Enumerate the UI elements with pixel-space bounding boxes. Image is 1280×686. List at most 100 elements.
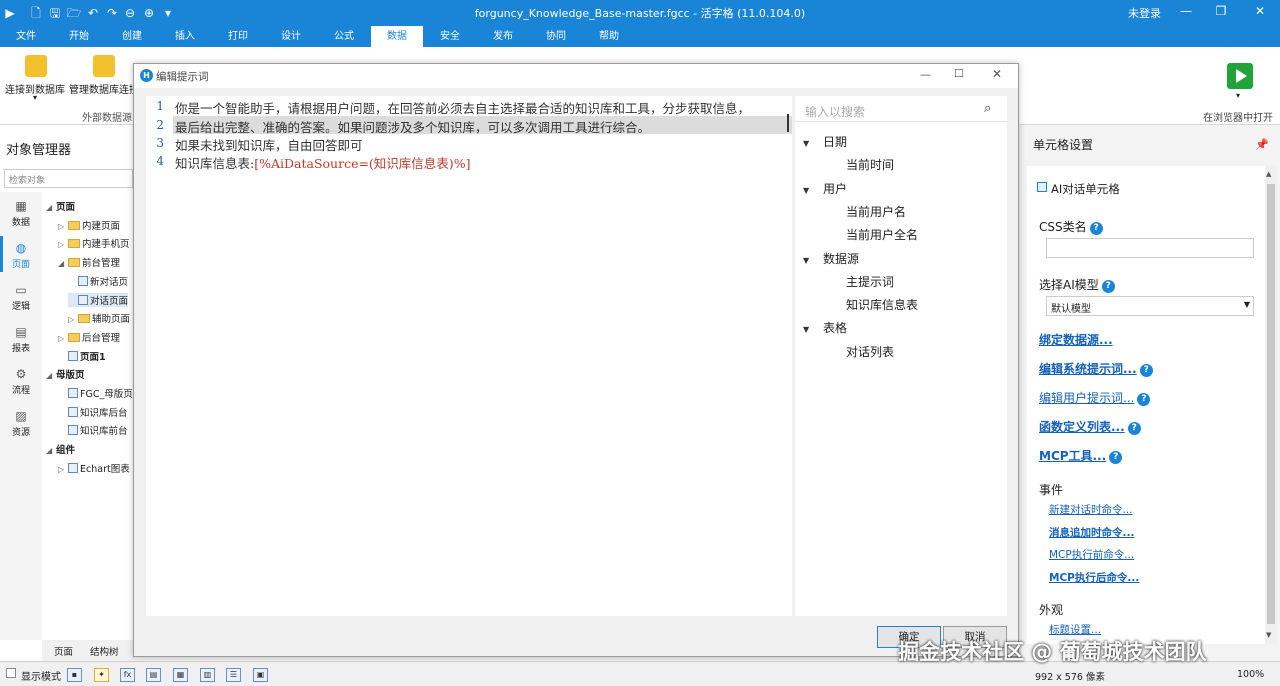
expand-arrow-icon[interactable]: ◢ — [58, 259, 68, 268]
close-icon[interactable]: ✕ — [992, 67, 1002, 81]
zoom-level[interactable]: 100% — [1237, 669, 1264, 680]
tree-item[interactable]: ▷ 后台管理 — [58, 330, 120, 344]
side-nav-item[interactable]: ▨ 资源 — [0, 409, 42, 438]
tree-item[interactable]: ▷ 内建页面 — [58, 218, 120, 232]
minimize-icon[interactable]: — — [920, 68, 931, 81]
side-nav-item[interactable]: ▭ 逻辑 — [0, 283, 42, 312]
chevron-down-icon[interactable]: ▾ — [33, 93, 37, 102]
event-new-chat-link[interactable]: 新建对话时命令... — [1049, 502, 1133, 517]
tree-item[interactable]: 知识库前台 — [58, 423, 128, 437]
side-nav-item[interactable]: ⚙ 流程 — [0, 367, 42, 396]
tree-item[interactable]: ◢ 母版页 — [46, 367, 85, 381]
help-icon[interactable]: ? — [1101, 280, 1115, 293]
variable-group[interactable]: ▼ 表格 — [803, 319, 847, 336]
code-line[interactable]: 如果未找到知识库，自由回答即可 — [175, 135, 363, 154]
edit-system-prompt-text[interactable]: 编辑系统提示词... — [1039, 362, 1137, 376]
tree-item[interactable]: ▷ Echart图表 — [58, 461, 130, 475]
menu-tab[interactable]: 发布 — [477, 26, 529, 47]
collapse-arrow-icon[interactable]: ▼ — [803, 325, 823, 334]
side-nav-item[interactable]: ◍ 页面 — [0, 241, 42, 270]
event-mcp-before-link[interactable]: MCP执行前命令... — [1049, 547, 1134, 562]
object-search-input[interactable]: 检索对象 — [4, 169, 133, 188]
tree-item[interactable]: ▷ 内建手机页 — [58, 236, 130, 250]
title-settings-link[interactable]: 标题设置... — [1049, 622, 1101, 637]
variable-search-input[interactable]: 输入以搜索 — [795, 96, 1007, 122]
code-variable[interactable]: [%AiDataSource=(知识库信息表)%] — [254, 156, 470, 171]
scroll-thumb[interactable] — [1267, 184, 1275, 624]
variable-item[interactable]: 对话列表 — [846, 343, 894, 360]
tab-pages[interactable]: 页面 — [54, 644, 73, 658]
variable-item[interactable]: 当前时间 — [846, 156, 894, 173]
help-icon[interactable]: ? — [1127, 422, 1141, 435]
menu-tab[interactable]: 开始 — [53, 26, 105, 47]
menu-tab[interactable]: 帮助 — [583, 26, 635, 47]
restore-icon[interactable]: ❐ — [1211, 4, 1231, 18]
prompt-editor[interactable]: 1 你是一个智能助手，请根据用户问题，在回答前必须去自主选择最合适的知识库和工具… — [146, 96, 792, 616]
scroll-down-icon[interactable]: ▼ — [1266, 631, 1271, 639]
menu-tab[interactable]: 创建 — [106, 26, 158, 47]
expand-arrow-icon[interactable]: ▷ — [68, 315, 78, 324]
login-status[interactable]: 未登录 — [1128, 5, 1161, 21]
console-icon[interactable]: ▪ — [67, 668, 82, 682]
list-icon[interactable]: ☰ — [226, 668, 241, 682]
tree-item[interactable]: ◢ 组件 — [46, 442, 75, 456]
expand-arrow-icon[interactable]: ▷ — [58, 465, 68, 474]
mcp-tools-text[interactable]: MCP工具... — [1039, 449, 1106, 463]
scroll-up-icon[interactable]: ▲ — [1266, 170, 1271, 178]
minimize-icon[interactable]: — — [1176, 4, 1196, 18]
menu-tab[interactable]: 公式 — [318, 26, 370, 47]
edit-user-prompt-text[interactable]: 编辑用户提示词... — [1039, 391, 1134, 405]
tab-structure-tree[interactable]: 结构树 — [90, 644, 119, 658]
help-icon[interactable]: ? — [1089, 222, 1103, 235]
expand-arrow-icon[interactable]: ◢ — [46, 371, 56, 380]
display-mode-label[interactable]: 显示模式 — [21, 668, 61, 683]
menu-tab[interactable]: 插入 — [159, 26, 211, 47]
collapse-arrow-icon[interactable]: ▼ — [803, 139, 823, 148]
side-nav-item[interactable]: ▤ 报表 — [0, 325, 42, 354]
layout-icon[interactable]: ▥ — [200, 668, 215, 682]
code-text[interactable]: 知识库信息表: — [175, 156, 254, 171]
menu-tab[interactable]: 安全 — [424, 26, 476, 47]
expand-arrow-icon[interactable]: ◢ — [46, 203, 56, 212]
event-message-append-link[interactable]: 消息追加时命令... — [1049, 525, 1134, 540]
variable-item[interactable]: 当前用户名 — [846, 203, 906, 220]
css-class-input[interactable] — [1046, 238, 1254, 258]
event-mcp-after-link[interactable]: MCP执行后命令... — [1049, 570, 1139, 585]
side-nav-item[interactable]: ▦ 数据 — [0, 199, 42, 228]
variable-item[interactable]: 主提示词 — [846, 273, 894, 290]
pin-icon[interactable]: 📌 — [1255, 138, 1269, 151]
tree-item[interactable]: 页面1 — [58, 349, 106, 363]
help-icon[interactable]: ? — [1109, 451, 1123, 464]
expand-arrow-icon[interactable]: ▷ — [58, 222, 68, 231]
panel-icon[interactable]: ▣ — [253, 668, 268, 682]
help-icon[interactable]: ? — [1139, 364, 1153, 377]
tree-item[interactable]: ◢ 页面 — [46, 199, 75, 213]
help-icon[interactable]: ? — [1137, 393, 1151, 406]
tree-item[interactable]: FGC_母版页 — [58, 386, 133, 400]
close-icon[interactable]: ✕ — [1250, 4, 1270, 18]
menu-tab[interactable]: 打印 — [212, 26, 264, 47]
menu-tab[interactable]: 数据 — [371, 26, 423, 47]
ai-model-select[interactable]: 默认模型 ▼ — [1046, 296, 1254, 316]
play-icon[interactable] — [1227, 63, 1253, 89]
manage-db-button[interactable]: 管理数据库连接 — [69, 81, 133, 96]
variable-item[interactable]: 当前用户全名 — [846, 226, 918, 243]
open-browser-button[interactable]: 在浏览器中打开 — [1203, 109, 1273, 124]
collapse-arrow-icon[interactable]: ▼ — [803, 256, 823, 265]
display-mode-icon[interactable] — [6, 668, 16, 678]
maximize-icon[interactable]: ☐ — [954, 67, 964, 80]
search-icon[interactable]: ⌕ — [984, 101, 991, 116]
variable-group[interactable]: ▼ 日期 — [803, 133, 847, 150]
scrollbar[interactable]: ▲ ▼ — [1265, 166, 1277, 644]
code-line[interactable]: 你是一个智能助手，请根据用户问题，在回答前必须去自主选择最合适的知识库和工具，分… — [175, 98, 750, 117]
tree-item[interactable]: ▷ 辅助页面 — [68, 311, 130, 325]
bind-datasource-link[interactable]: 绑定数据源... — [1039, 331, 1113, 348]
collapse-arrow-icon[interactable]: ▼ — [803, 186, 823, 195]
code-line[interactable]: 最后给出完整、准确的答案。如果问题涉及多个知识库，可以多次调用工具进行综合。 — [175, 117, 650, 136]
formula-icon[interactable]: fx — [120, 668, 135, 682]
menu-tab[interactable]: 文件 — [0, 26, 52, 47]
tree-item[interactable]: 对话页面 — [68, 292, 129, 307]
bulb-icon[interactable]: ✦ — [94, 668, 109, 682]
grid-icon[interactable]: ▦ — [173, 668, 188, 682]
tree-item[interactable]: 知识库后台 — [58, 405, 128, 419]
